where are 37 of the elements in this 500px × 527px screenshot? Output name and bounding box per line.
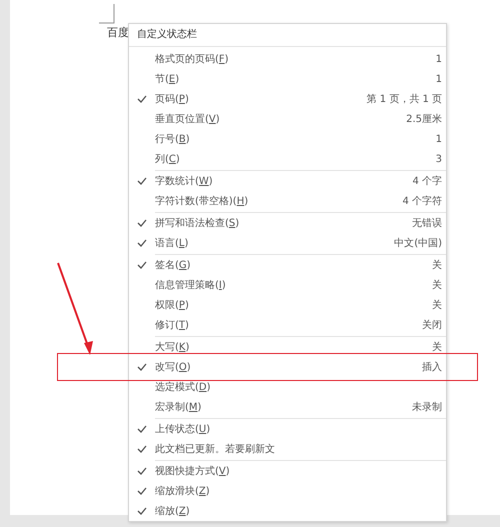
check-icon [137,363,147,371]
menu-item[interactable]: 列(C) 3 [129,149,446,169]
check-icon [137,261,147,269]
menu-item[interactable]: 选定模式(D) [129,377,446,397]
menu-item[interactable]: 语言(L) 中文(中国) [129,233,446,253]
check-icon [137,95,147,103]
check-icon [137,445,147,453]
check-icon [137,219,147,227]
menu-item[interactable]: 此文档已更新。若要刷新文 [129,439,446,459]
menu-item[interactable]: 改写(O) 插入 [129,357,446,377]
menu-item[interactable]: 宏录制(M) 未录制 [129,397,446,417]
check-icon [137,487,147,495]
menu-item[interactable]: 行号(B) 1 [129,129,446,149]
menu-item[interactable]: 大写(K) 关 [129,337,446,357]
check-icon [137,177,147,185]
menu-item[interactable]: 缩放滑块(Z) [129,481,446,501]
menu-item[interactable]: 修订(T) 关闭 [129,315,446,335]
menu-item[interactable]: 视图快捷方式(V) [129,461,446,481]
menu-item[interactable]: 权限(P) 关 [129,295,446,315]
menu-title: 自定义状态栏 [129,24,446,47]
menu-item[interactable]: 页码(P) 第 1 页，共 1 页 [129,89,446,109]
menu-item[interactable]: 缩放(Z) [129,501,446,521]
menu-item[interactable]: 上传状态(U) [129,419,446,439]
check-icon [137,467,147,475]
menu-item[interactable]: 节(E) 1 [129,69,446,89]
check-icon [137,425,147,433]
menu-item[interactable]: 信息管理策略(I) 关 [129,275,446,295]
document-text: 百度 [107,25,129,40]
menu-item[interactable]: 拼写和语法检查(S) 无错误 [129,213,446,233]
check-icon [137,507,147,515]
menu-item[interactable]: 字数统计(W) 4 个字 [129,171,446,191]
menu-item[interactable]: 格式页的页码(F) 1 [129,49,446,69]
check-icon [137,239,147,247]
menu-item[interactable]: 垂直页位置(V) 2.5厘米 [129,109,446,129]
menu-item[interactable]: 签名(G) 关 [129,255,446,275]
menu-item[interactable]: 字符计数(带空格)(H) 4 个字符 [129,191,446,211]
page-corner-mark [99,4,115,24]
